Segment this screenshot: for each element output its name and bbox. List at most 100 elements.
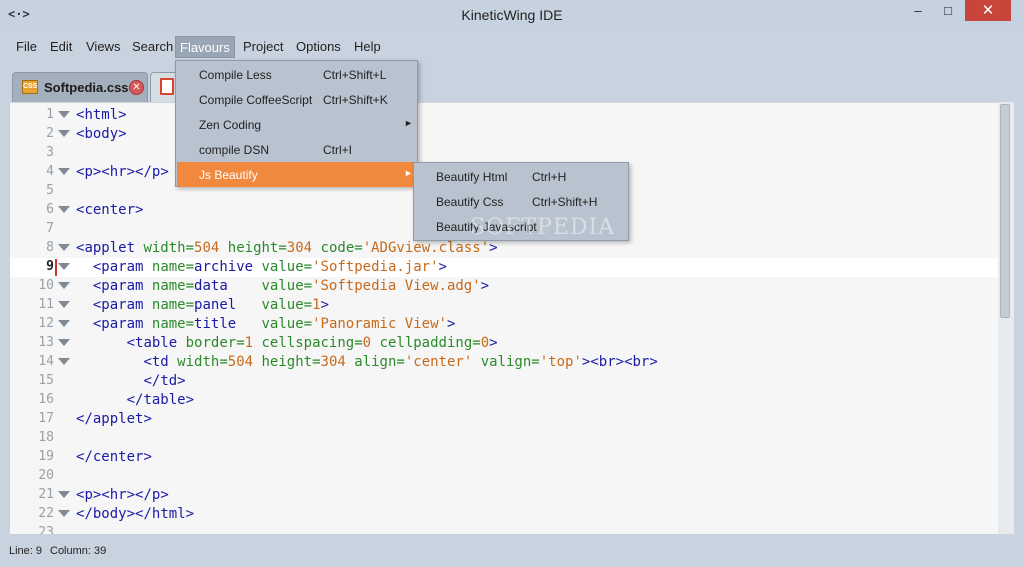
menu-item-js-beautify[interactable]: Js Beautify ► bbox=[177, 162, 417, 187]
line-number: 21 bbox=[38, 487, 54, 502]
fold-toggle-icon[interactable] bbox=[58, 301, 70, 308]
tab-softpedia-css[interactable]: CSS Softpedia.css ✕ bbox=[12, 72, 148, 102]
code-line[interactable]: 11 <param name=panel value=1> bbox=[10, 296, 998, 315]
menu-item-beautify-css[interactable]: Beautify Css Ctrl+Shift+H bbox=[415, 189, 628, 214]
fold-toggle-icon[interactable] bbox=[58, 130, 70, 137]
tab-close-icon[interactable]: ✕ bbox=[129, 80, 144, 95]
submenu-arrow-icon: ► bbox=[404, 118, 413, 128]
fold-toggle-icon[interactable] bbox=[58, 339, 70, 346]
close-button[interactable]: ✕ bbox=[965, 0, 1011, 21]
code-line[interactable]: 3 bbox=[10, 144, 998, 163]
menu-item-compile-coffeescript[interactable]: Compile CoffeeScript Ctrl+Shift+K bbox=[177, 87, 417, 112]
menu-project[interactable]: Project bbox=[239, 36, 287, 58]
menu-item-compile-less[interactable]: Compile Less Ctrl+Shift+L bbox=[177, 62, 417, 87]
code-line[interactable]: 8 <applet width=504 height=304 code='ADGv… bbox=[10, 239, 998, 258]
tab-label: Softpedia.css bbox=[44, 80, 129, 95]
fold-toggle-icon[interactable] bbox=[58, 244, 70, 251]
current-line-marker bbox=[55, 259, 57, 276]
code-line[interactable]: 16 </table> bbox=[10, 391, 998, 410]
line-number: 15 bbox=[38, 373, 54, 388]
line-number: 7 bbox=[46, 221, 54, 236]
line-number: 16 bbox=[38, 392, 54, 407]
fold-toggle-icon[interactable] bbox=[58, 282, 70, 289]
code-text: <td width=504 height=304 align='center' … bbox=[143, 354, 658, 370]
menu-item-compile-dsn[interactable]: compile DSN Ctrl+I bbox=[177, 137, 417, 162]
code-text: <applet width=504 height=304 code='ADGvi… bbox=[76, 240, 498, 256]
window-title: KineticWing IDE bbox=[461, 7, 563, 23]
line-number: 22 bbox=[38, 506, 54, 521]
menu-item-label: Zen Coding bbox=[199, 118, 262, 132]
code-text: <center> bbox=[76, 202, 144, 218]
menu-item-shortcut: Ctrl+I bbox=[323, 143, 353, 157]
line-number: 2 bbox=[46, 126, 54, 141]
fold-toggle-icon[interactable] bbox=[58, 168, 70, 175]
code-line[interactable]: 21 <p><hr></p> bbox=[10, 486, 998, 505]
line-number: 8 bbox=[46, 240, 54, 255]
code-line[interactable]: 2 <body> bbox=[10, 125, 998, 144]
code-line[interactable]: 12 <param name=title value='Panoramic Vi… bbox=[10, 315, 998, 334]
code-line[interactable]: 20 bbox=[10, 467, 998, 486]
menu-bar: File Edit Views Search Flavours Project … bbox=[0, 33, 1024, 60]
fold-toggle-icon[interactable] bbox=[58, 206, 70, 213]
code-text: <p><hr></p> bbox=[76, 487, 169, 503]
flavours-menu: Compile Less Ctrl+Shift+L Compile Coffee… bbox=[175, 60, 418, 187]
menu-search[interactable]: Search bbox=[128, 36, 177, 58]
menu-item-shortcut: Ctrl+Shift+H bbox=[532, 195, 598, 209]
code-line[interactable]: 10 <param name=data value='Softpedia Vie… bbox=[10, 277, 998, 296]
code-line[interactable]: 17 </applet> bbox=[10, 410, 998, 429]
code-text: </applet> bbox=[76, 411, 152, 427]
code-text: <table border=1 cellspacing=0 cellpaddin… bbox=[126, 335, 498, 351]
menu-flavours[interactable]: Flavours bbox=[175, 36, 235, 58]
menu-item-label: Beautify Css bbox=[436, 195, 504, 209]
html-file-icon bbox=[160, 78, 174, 95]
line-number: 19 bbox=[38, 449, 54, 464]
menu-item-label: Js Beautify bbox=[199, 168, 258, 182]
code-text: <body> bbox=[76, 126, 127, 142]
line-number: 11 bbox=[38, 297, 54, 312]
line-number: 13 bbox=[38, 335, 54, 350]
code-line[interactable]: 19 </center> bbox=[10, 448, 998, 467]
code-line[interactable]: 13 <table border=1 cellspacing=0 cellpad… bbox=[10, 334, 998, 353]
menu-item-zen-coding[interactable]: Zen Coding ► bbox=[177, 112, 417, 137]
code-line[interactable]: 22 </body></html> bbox=[10, 505, 998, 524]
fold-toggle-icon[interactable] bbox=[58, 263, 70, 270]
code-line[interactable]: 9 <param name=archive value='Softpedia.j… bbox=[10, 258, 998, 277]
code-text: </table> bbox=[126, 392, 195, 408]
menu-options[interactable]: Options bbox=[292, 36, 345, 58]
menu-edit[interactable]: Edit bbox=[46, 36, 76, 58]
line-number: 23 bbox=[38, 525, 54, 534]
menu-item-label: compile DSN bbox=[199, 143, 270, 157]
status-bar: Line: 9 Column: 39 bbox=[0, 536, 1024, 567]
line-number: 9 bbox=[46, 259, 54, 274]
fold-toggle-icon[interactable] bbox=[58, 491, 70, 498]
line-number: 20 bbox=[38, 468, 54, 483]
code-text: <param name=archive value='Softpedia.jar… bbox=[92, 259, 447, 275]
code-line[interactable]: 1 <html> bbox=[10, 106, 998, 125]
line-number: 1 bbox=[46, 107, 54, 122]
minimize-button[interactable]: – bbox=[904, 0, 932, 21]
scrollbar-thumb[interactable] bbox=[1000, 104, 1010, 318]
code-line[interactable]: 18 bbox=[10, 429, 998, 448]
watermark: SOFTPEDIA bbox=[470, 215, 616, 240]
code-text: <p><hr></p> bbox=[76, 164, 169, 180]
menu-help[interactable]: Help bbox=[350, 36, 385, 58]
menu-views[interactable]: Views bbox=[82, 36, 124, 58]
maximize-button[interactable]: □ bbox=[934, 0, 962, 21]
vertical-scrollbar[interactable] bbox=[998, 102, 1014, 534]
line-number: 14 bbox=[38, 354, 54, 369]
menu-item-beautify-html[interactable]: Beautify Html Ctrl+H bbox=[415, 164, 628, 189]
menu-file[interactable]: File bbox=[12, 36, 41, 58]
line-number: 5 bbox=[46, 183, 54, 198]
fold-toggle-icon[interactable] bbox=[58, 320, 70, 327]
line-number: 3 bbox=[46, 145, 54, 160]
code-line[interactable]: 23 bbox=[10, 524, 998, 534]
fold-toggle-icon[interactable] bbox=[58, 358, 70, 365]
fold-toggle-icon[interactable] bbox=[58, 111, 70, 118]
menu-item-label: Compile CoffeeScript bbox=[199, 93, 313, 107]
css-file-icon: CSS bbox=[22, 80, 38, 94]
fold-toggle-icon[interactable] bbox=[58, 510, 70, 517]
code-line[interactable]: 15 </td> bbox=[10, 372, 998, 391]
menu-item-shortcut: Ctrl+H bbox=[532, 170, 567, 184]
code-text: <param name=title value='Panoramic View'… bbox=[92, 316, 456, 332]
code-line[interactable]: 14 <td width=504 height=304 align='cente… bbox=[10, 353, 998, 372]
